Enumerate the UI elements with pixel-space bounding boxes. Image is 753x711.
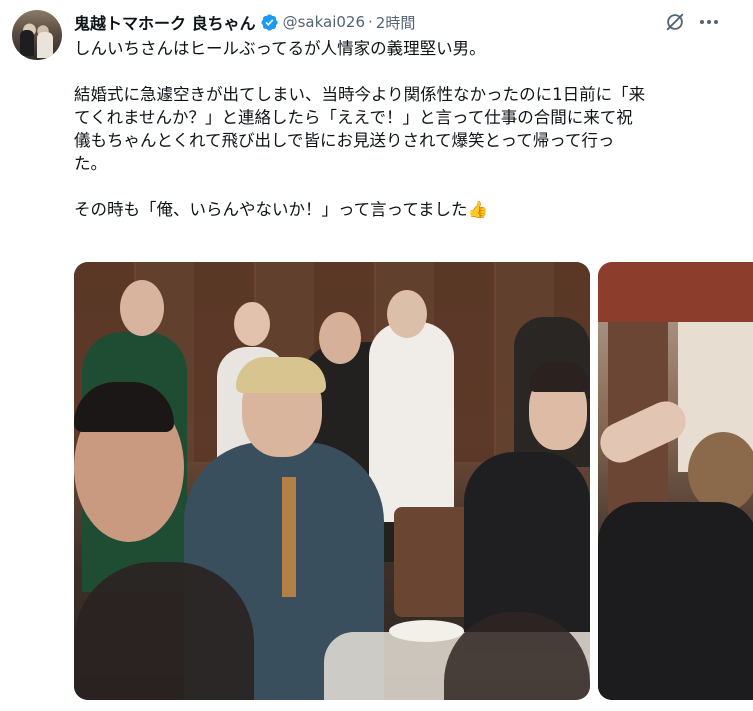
avatar-figure	[20, 30, 34, 56]
tweet-line-text: その時も「俺、いらんやないか！」って言ってました	[74, 200, 468, 219]
tweet-line: 結婚式に急遽空きが出てしまい、当時今より関係性なかったのに1日前に「来	[74, 85, 646, 104]
media-photo-2[interactable]	[598, 262, 753, 700]
media-photo-1[interactable]	[74, 262, 590, 700]
tweet-media	[74, 262, 753, 702]
tweet-line: 儀もちゃんとくれて飛び出しで皆にお見送りされて爆笑とって帰って行っ	[74, 131, 615, 150]
tweet-line: た。	[74, 154, 107, 173]
grok-icon[interactable]	[664, 11, 686, 33]
author-display-name[interactable]: 鬼越トマホーク 良ちゃん	[74, 10, 256, 34]
verified-badge-icon	[260, 13, 278, 31]
tweet-line: てくれませんか？」と連絡したら「ええで！」と言って仕事の合間に来て祝	[74, 108, 633, 127]
tweet-timestamp[interactable]: 2時間	[376, 12, 416, 33]
tweet-body: しんいちさんはヒールぶってるが人情家の義理堅い男。 結婚式に急遽空きが出てしまい…	[74, 37, 734, 221]
author-handle[interactable]: @sakai026	[283, 13, 365, 31]
header-separator: ·	[368, 13, 373, 31]
more-dot	[707, 20, 711, 24]
more-options-icon[interactable]	[698, 11, 720, 33]
more-dot	[714, 20, 718, 24]
author-avatar[interactable]	[12, 10, 62, 60]
more-dot	[700, 20, 704, 24]
avatar-figure	[37, 32, 53, 58]
thumbs-up-emoji: 👍	[467, 200, 489, 219]
tweet-line: その時も「俺、いらんやないか！」って言ってました👍	[74, 198, 734, 221]
tweet-line: しんいちさんはヒールぶってるが人情家の義理堅い男。	[74, 39, 486, 58]
tweet-header: 鬼越トマホーク 良ちゃん @sakai026 · 2時間	[74, 10, 415, 34]
